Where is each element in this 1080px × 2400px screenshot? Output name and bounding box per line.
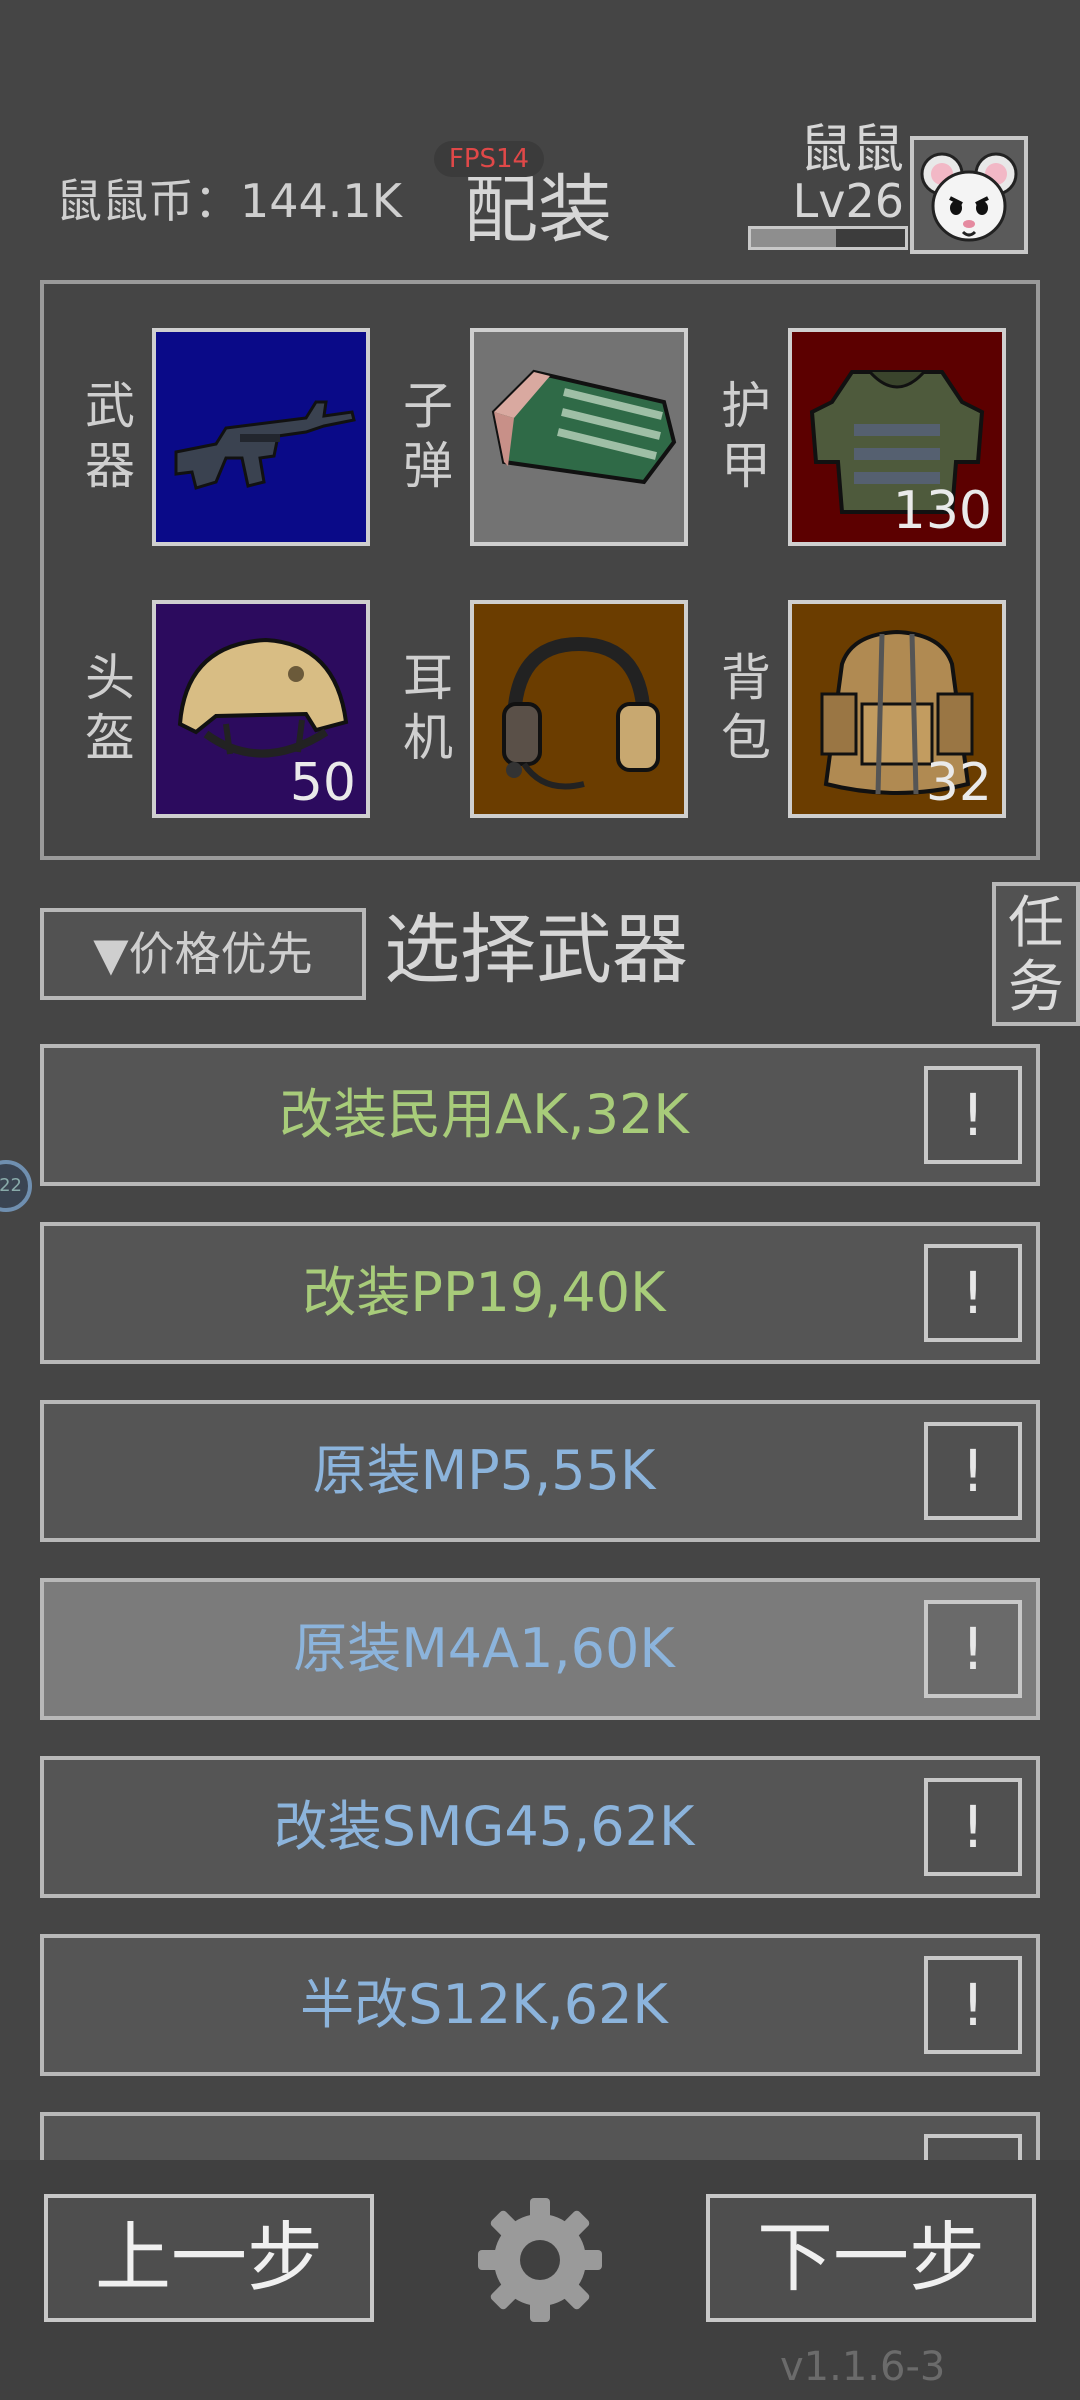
slot-label-ammo: 子弹 [403,377,453,495]
weapon-row[interactable]: ! [40,2112,1040,2160]
next-step-button[interactable]: 下一步 [706,2194,1036,2322]
weapon-label: 原装M4A1,60K [293,1617,675,1680]
weapon-info-button[interactable]: ! [924,2134,1022,2160]
weapon-info-button[interactable]: ! [924,1778,1022,1876]
weapon-row[interactable]: 改装民用AK,32K! [40,1044,1040,1186]
slot-ammo[interactable] [470,328,688,546]
ammo-box-icon [491,369,677,485]
fps-counter: FPS14 [434,141,544,177]
xp-progress-bar [748,226,908,250]
weapon-label: 改装PP19,40K [302,1261,666,1324]
avatar[interactable] [910,136,1028,254]
weapon-label: 原装MP5,55K [312,1439,656,1502]
task-button[interactable]: 任务 [992,882,1080,1026]
section-title: 选择武器 [384,905,688,994]
slot-count: 50 [289,753,356,813]
coin-balance: 鼠鼠币：144.1K [56,174,402,228]
slot-label-helmet: 头盔 [85,649,135,767]
weapon-label [44,2116,924,2160]
weapon-label: 改装民用AK,32K [279,1083,689,1146]
slot-helmet[interactable]: 50 [152,600,370,818]
slot-count: 32 [925,753,992,813]
weapon-info-button[interactable]: ! [924,1422,1022,1520]
gear-icon [478,2198,602,2322]
weapon-row[interactable]: 改装SMG45,62K! [40,1756,1040,1898]
slot-label-armor: 护甲 [721,377,771,495]
slot-label-backpack: 背包 [721,649,771,767]
weapon-label: 半改S12K,62K [300,1973,668,2036]
weapon-row[interactable]: 改装PP19,40K! [40,1222,1040,1364]
player-level: Lv26 [792,174,904,228]
slot-label-headset: 耳机 [403,649,453,767]
slot-armor[interactable]: 130 [788,328,1006,546]
headset-icon [502,636,660,790]
slot-label-weapon: 武器 [85,377,135,495]
slot-weapon[interactable] [152,328,370,546]
username: 鼠鼠 [800,120,905,180]
equipment-panel: 武器 子弹 护甲 130 头盔 50 耳机 背包 32 [40,280,1040,860]
slot-count: 130 [892,481,992,541]
weapon-row[interactable]: 原装M4A1,60K! [40,1578,1040,1720]
weapon-row[interactable]: 半改S12K,62K! [40,1934,1040,2076]
version-label: v1.1.6-3 [780,2344,946,2390]
slot-backpack[interactable]: 32 [788,600,1006,818]
weapon-info-button[interactable]: ! [924,1244,1022,1342]
rifle-icon [174,400,356,490]
slot-headset[interactable] [470,600,688,818]
weapon-info-button[interactable]: ! [924,1956,1022,2054]
weapon-list[interactable]: 改装民用AK,32K! 改装PP19,40K! 原装MP5,55K! 原装M4A1,6… [40,1044,1040,2160]
floating-badge[interactable]: 22 [0,1160,32,1212]
previous-step-button[interactable]: 上一步 [44,2194,374,2322]
settings-button[interactable] [474,2194,606,2326]
sort-by-price-button[interactable]: ▼价格优先 [40,908,366,1000]
weapon-row[interactable]: 原装MP5,55K! [40,1400,1040,1542]
xp-progress-fill [751,229,836,247]
weapon-label: 改装SMG45,62K [273,1795,695,1858]
mouse-avatar-icon [920,152,1018,242]
weapon-info-button[interactable]: ! [924,1600,1022,1698]
weapon-info-button[interactable]: ! [924,1066,1022,1164]
